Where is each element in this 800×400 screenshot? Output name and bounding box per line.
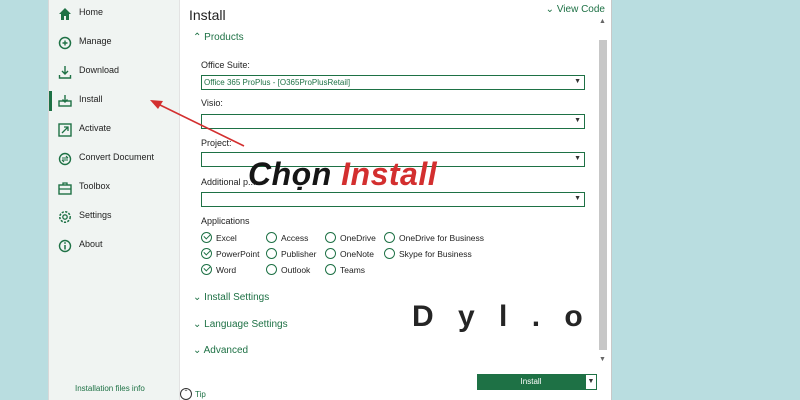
- app-checkbox-powerpoint[interactable]: PowerPoint: [201, 248, 259, 259]
- view-code-link[interactable]: ⌄ View Code: [546, 4, 605, 15]
- sidebar-item-manage[interactable]: Manage: [49, 30, 179, 56]
- info-icon: [57, 238, 73, 254]
- radio-circle-icon: [266, 232, 277, 243]
- scroll-thumb[interactable]: [599, 40, 607, 350]
- office-suite-label: Office Suite:: [201, 60, 250, 70]
- dropdown-arrow-icon: ▼: [574, 195, 581, 202]
- sidebar-item-label: Home: [79, 7, 104, 17]
- app-checkbox-onedrive[interactable]: OneDrive: [325, 232, 376, 243]
- installation-files-info-link[interactable]: Installation files info: [75, 384, 145, 393]
- app-checkbox-access[interactable]: Access: [266, 232, 308, 243]
- toolbox-icon: [57, 180, 73, 196]
- office-suite-select[interactable]: Office 365 ProPlus - [O365ProPlusRetail]…: [201, 75, 585, 90]
- applications-label: Applications: [201, 216, 250, 226]
- dropdown-arrow-icon: ▼: [574, 117, 581, 124]
- additional-products-select[interactable]: ▼: [201, 192, 585, 207]
- chevron-down-icon: ⌄: [193, 319, 202, 330]
- sidebar-item-install[interactable]: Install: [49, 88, 179, 114]
- radio-circle-icon: [266, 264, 277, 275]
- scroll-up-arrow-icon[interactable]: ▲: [599, 18, 606, 25]
- main-content: Install ⌄ View Code ⌃ Products Office Su…: [179, 0, 611, 400]
- sidebar: Home Manage Download Install Activate Co…: [49, 0, 180, 400]
- scroll-down-arrow-icon[interactable]: ▼: [599, 356, 606, 363]
- office-tool-window: Home Manage Download Install Activate Co…: [48, 0, 612, 400]
- checkmark-icon: [201, 232, 212, 243]
- chevron-down-icon: ⌄: [193, 345, 202, 356]
- gear-icon: [57, 209, 73, 225]
- sidebar-item-download[interactable]: Download: [49, 59, 179, 85]
- install-icon: [57, 93, 73, 109]
- sidebar-item-label: Settings: [79, 210, 112, 220]
- sidebar-item-label: Download: [79, 65, 120, 75]
- radio-circle-icon: [325, 264, 336, 275]
- watermark-text: D y l . o: [412, 300, 591, 333]
- app-checkbox-excel[interactable]: Excel: [201, 232, 237, 243]
- sidebar-item-label: Activate: [79, 123, 112, 133]
- sidebar-item-about[interactable]: About: [49, 233, 179, 259]
- radio-circle-icon: [384, 248, 395, 259]
- chevron-down-icon: ⌄: [545, 4, 555, 15]
- app-checkbox-onedrive-for-business[interactable]: OneDrive for Business: [384, 232, 484, 243]
- install-settings-section-header[interactable]: ⌄ Install Settings: [193, 292, 269, 303]
- radio-circle-icon: [325, 248, 336, 259]
- project-label: Project:: [201, 138, 232, 148]
- install-options-dropdown[interactable]: ▼: [585, 374, 597, 390]
- app-checkbox-skype-for-business[interactable]: Skype for Business: [384, 248, 472, 259]
- office-suite-value: Office 365 ProPlus - [O365ProPlusRetail]: [204, 78, 351, 87]
- checkmark-icon: [201, 264, 212, 275]
- annotation-caption: Chọn Install: [248, 156, 438, 192]
- home-icon: [57, 6, 73, 22]
- visio-select[interactable]: ▼: [201, 114, 585, 129]
- manage-icon: [57, 35, 73, 51]
- chevron-down-icon: ▼: [587, 378, 595, 385]
- chevron-up-icon: ⌃: [193, 32, 202, 43]
- app-checkbox-publisher[interactable]: Publisher: [266, 248, 316, 259]
- advanced-section-header[interactable]: ⌄ Advanced: [193, 345, 248, 356]
- page-title: Install: [189, 7, 226, 23]
- sidebar-item-toolbox[interactable]: Toolbox: [49, 175, 179, 201]
- visio-label: Visio:: [201, 98, 223, 108]
- radio-circle-icon: [325, 232, 336, 243]
- app-checkbox-teams[interactable]: Teams: [325, 264, 365, 275]
- sidebar-item-label: Install: [79, 94, 103, 104]
- active-indicator: [49, 91, 52, 111]
- convert-icon: [57, 151, 73, 167]
- app-checkbox-word[interactable]: Word: [201, 264, 236, 275]
- dropdown-arrow-icon: ▼: [574, 155, 581, 162]
- products-section-header[interactable]: ⌃ Products: [193, 32, 244, 43]
- chevron-up-icon: ⌃: [180, 388, 192, 400]
- app-checkbox-outlook[interactable]: Outlook: [266, 264, 310, 275]
- vertical-scrollbar[interactable]: ▲ ▼: [599, 18, 607, 378]
- activate-icon: [57, 122, 73, 138]
- install-button[interactable]: Install: [477, 374, 585, 390]
- radio-circle-icon: [384, 232, 395, 243]
- checkmark-icon: [201, 248, 212, 259]
- sidebar-item-label: Toolbox: [79, 181, 111, 191]
- dropdown-arrow-icon: ▼: [574, 78, 581, 85]
- sidebar-item-label: Manage: [79, 36, 112, 46]
- tip-link[interactable]: ⌃ Tip: [180, 388, 206, 400]
- sidebar-item-label: Convert Document: [79, 152, 155, 162]
- chevron-down-icon: ⌄: [193, 292, 202, 303]
- app-checkbox-onenote[interactable]: OneNote: [325, 248, 374, 259]
- language-settings-section-header[interactable]: ⌄ Language Settings: [193, 319, 288, 330]
- sidebar-item-settings[interactable]: Settings: [49, 204, 179, 230]
- sidebar-item-home[interactable]: Home: [49, 1, 179, 27]
- radio-circle-icon: [266, 248, 277, 259]
- sidebar-item-activate[interactable]: Activate: [49, 117, 179, 143]
- sidebar-item-label: About: [79, 239, 103, 249]
- download-icon: [57, 64, 73, 80]
- sidebar-item-convert-document[interactable]: Convert Document: [49, 146, 179, 172]
